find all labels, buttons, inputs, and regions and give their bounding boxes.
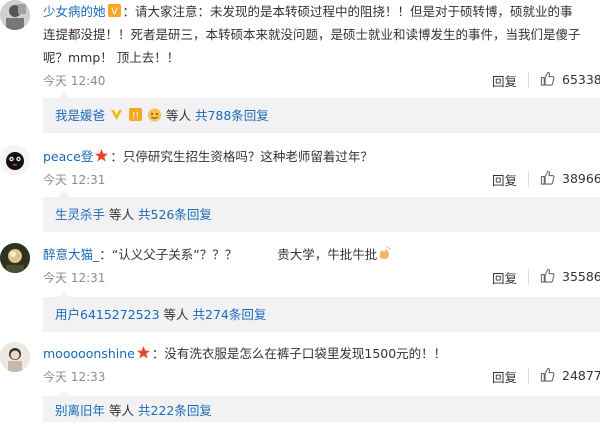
comment-time: 今天 12:31	[43, 271, 106, 285]
like-button[interactable]: 24877	[540, 367, 600, 383]
reply-summary-box: 我是媛爸 !! 等人 共788条回复	[43, 98, 600, 133]
reply-username[interactable]: 别离旧年	[55, 403, 105, 418]
like-button[interactable]: 35586	[540, 268, 600, 284]
reply-summary-box: 别离旧年 等人 共222条回复	[43, 396, 600, 422]
comment-text-line-1: 少女病的她 V ：请大家注意：未发现的是本转硕过程中的阻挠！！但是对于硕转博，硕就业…	[43, 0, 573, 23]
vip-badge-icon: V	[107, 3, 122, 18]
view-replies-link[interactable]: 共274条回复	[193, 307, 267, 322]
comment-text-continued: 贵大学，牛批牛批	[277, 247, 378, 262]
reply-suffix: 等人	[109, 403, 135, 418]
comment-time: 今天 12:40	[43, 74, 106, 88]
thumbs-up-icon	[540, 268, 555, 283]
comment-time: 今天 12:31	[43, 173, 106, 187]
svg-text:!!: !!	[132, 112, 139, 122]
heart-emoji-icon	[109, 107, 124, 122]
reply-button[interactable]: 回复	[492, 71, 517, 90]
comment-text-line-1: peace登 ：只停研究生招生资格吗？这种老师留着过年？	[43, 145, 373, 168]
reply-summary-box: 生灵杀手 等人 共526条回复	[43, 197, 600, 232]
like-button[interactable]: 38966	[540, 170, 600, 186]
like-button[interactable]: 65338	[540, 71, 600, 87]
reply-button[interactable]: 回复	[492, 367, 517, 386]
comment-text-line-1: 醉意大猫_：“认义父子关系”？？？ 贵大学，牛批牛批	[43, 243, 392, 266]
view-replies-link[interactable]: 共788条回复	[195, 108, 269, 123]
comment-text-line-2: 连提都没提！！死者是研三，本转硕本来就没问题，是硕士就业和读博发生的事件，当我们…	[43, 23, 581, 46]
star-badge-icon	[94, 148, 109, 163]
comment-text-continued: 呢？mmp！ 顶上去！！	[43, 50, 180, 65]
reply-username[interactable]: 用户6415272523	[55, 307, 160, 322]
comment-text-line-3: 呢？mmp！ 顶上去！！	[43, 46, 179, 69]
avatar[interactable]	[0, 145, 30, 175]
like-count: 65338	[562, 72, 600, 87]
action-separator	[528, 269, 529, 285]
comment-text-continued: 连提都没提！！死者是研三，本转硕本来就没问题，是硕士就业和读博发生的事件，当我们…	[43, 27, 581, 42]
comment-text: ：“认义父子关系”？？？	[99, 247, 238, 262]
avatar[interactable]	[0, 0, 30, 30]
reply-suffix: 等人	[165, 108, 191, 123]
vip-badge-icon: !!	[128, 107, 143, 122]
comment-text-line-1: mooooonshine ：没有洗衣服是怎么在裤子口袋里发现1500元的！！	[43, 342, 446, 365]
thumbs-up-icon	[540, 71, 555, 86]
comment-text: ：没有洗衣服是怎么在裤子口袋里发现1500元的！！	[151, 346, 447, 361]
view-replies-link[interactable]: 共526条回复	[138, 207, 212, 222]
like-count: 38966	[562, 171, 600, 186]
action-separator	[528, 368, 529, 384]
reply-button[interactable]: 回复	[492, 170, 517, 189]
comment-text: ：只停研究生招生资格吗？这种老师留着过年？	[110, 149, 373, 164]
thumbs-up-icon	[540, 170, 555, 185]
comment-time: 今天 12:33	[43, 370, 106, 384]
reply-summary-box: 用户6415272523 等人 共274条回复	[43, 297, 600, 332]
comment-feed: 少女病的她 V ：请大家注意：未发现的是本转硕过程中的阻挠！！但是对于硕转博，硕就业…	[0, 0, 600, 422]
comment-username[interactable]: peace登	[43, 149, 93, 164]
action-separator	[528, 72, 529, 88]
comment-username[interactable]: mooooonshine	[43, 346, 135, 361]
clap-emoji-icon	[377, 246, 392, 261]
reply-username[interactable]: 生灵杀手	[55, 207, 105, 222]
like-count: 35586	[562, 269, 600, 284]
comment-text: ：请大家注意：未发现的是本转硕过程中的阻挠！！但是对于硕转博，硕就业的事	[122, 4, 573, 19]
reply-username[interactable]: 我是媛爸	[55, 108, 105, 123]
face-emoji-icon	[147, 107, 162, 122]
star-badge-icon	[136, 345, 151, 360]
avatar[interactable]	[0, 342, 30, 372]
reply-button[interactable]: 回复	[492, 268, 517, 287]
action-separator	[528, 171, 529, 187]
comment-username[interactable]: 少女病的她	[43, 4, 106, 19]
avatar[interactable]	[0, 243, 30, 273]
thumbs-up-icon	[540, 367, 555, 382]
comment-username[interactable]: 醉意大猫_	[43, 247, 99, 262]
view-replies-link[interactable]: 共222条回复	[138, 403, 212, 418]
reply-suffix: 等人	[109, 207, 135, 222]
reply-suffix: 等人	[163, 307, 189, 322]
svg-text:V: V	[111, 7, 118, 18]
like-count: 24877	[562, 368, 600, 383]
